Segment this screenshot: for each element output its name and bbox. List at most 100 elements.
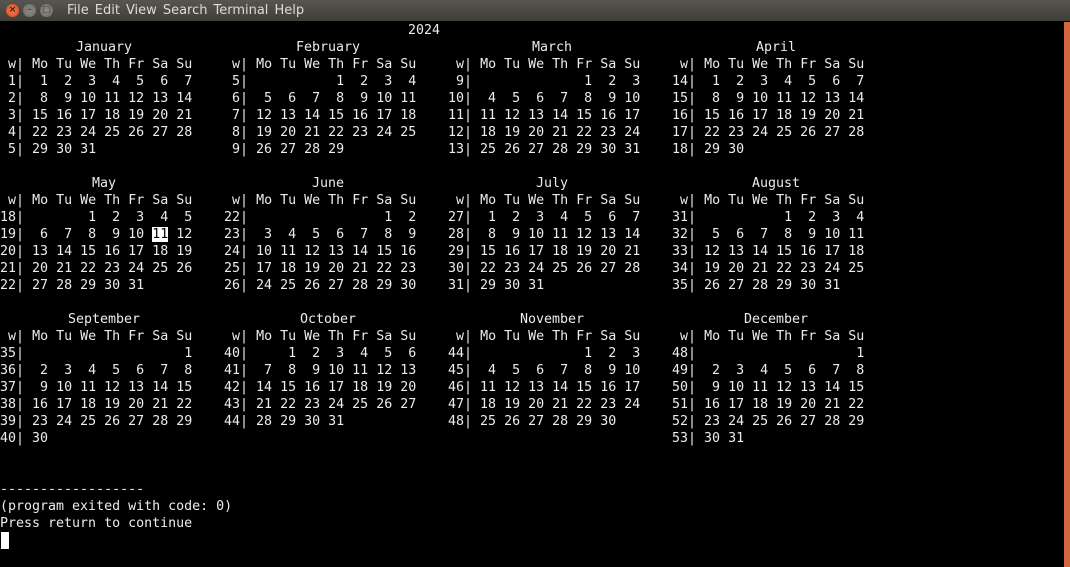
week-row: 35| 1 (0, 345, 192, 362)
weekday-label: Mo (704, 193, 721, 208)
day-cell: 20 (600, 244, 617, 259)
week-number: 19| (0, 227, 25, 242)
day-cell: 24 (328, 397, 345, 412)
day-cell: 15 (576, 108, 593, 123)
day-cell: 28 (304, 142, 321, 157)
day-cell: 2 (32, 363, 49, 378)
day-cell: 14 (56, 244, 73, 259)
empty-day (128, 346, 144, 361)
day-cell: 30 (600, 142, 617, 157)
day-cell: 25 (752, 414, 769, 429)
week-number: 15| (672, 91, 697, 106)
minimize-window-button[interactable]: – (23, 4, 36, 17)
day-cell: 30 (728, 142, 745, 157)
day-cell: 3 (752, 74, 769, 89)
day-cell: 18 (400, 108, 417, 123)
month-name: April (755, 40, 797, 55)
day-cell: 19 (176, 244, 193, 259)
week-label: w (456, 57, 465, 72)
day-cell: 27 (528, 414, 545, 429)
day-cell: 28 (176, 125, 193, 140)
week-number: 53| (672, 431, 697, 446)
menu-help[interactable]: Help (274, 3, 304, 18)
day-cell: 20 (328, 261, 345, 276)
week-number: 9| (224, 142, 249, 157)
week-number: 31| (672, 210, 697, 225)
close-window-button[interactable]: × (6, 4, 19, 17)
day-cell: 18 (80, 397, 97, 412)
week-row: 27| 1 2 3 4 5 6 7 (448, 209, 640, 226)
day-cell: 7 (152, 363, 169, 378)
menu-search[interactable]: Search (163, 3, 208, 18)
menu-file[interactable]: File (67, 3, 89, 18)
weekday-label: Th (552, 193, 569, 208)
day-cell: 7 (824, 363, 841, 378)
day-cell: 25 (152, 261, 169, 276)
maximize-window-button[interactable]: □ (40, 4, 53, 17)
day-cell: 15 (480, 244, 497, 259)
day-cell: 27 (152, 125, 169, 140)
week-number: 51| (672, 397, 697, 412)
week-row: 24| 10 11 12 13 14 15 16 (224, 243, 416, 260)
empty-day (704, 210, 720, 225)
week-number: 49| (672, 363, 697, 378)
empty-day (704, 346, 720, 361)
week-row: 19| 6 7 8 9 10 11 12 (0, 226, 192, 243)
weekday-label: Fr (576, 57, 593, 72)
week-row: 5| 29 30 31 (0, 141, 96, 158)
week-number: 2| (0, 91, 25, 106)
day-cell: 16 (56, 108, 73, 123)
week-row: 7| 12 13 14 15 16 17 18 (224, 107, 416, 124)
weekday-label: Sa (376, 57, 393, 72)
week-row: 18| 29 30 (672, 141, 744, 158)
week-number: 48| (448, 414, 473, 429)
week-number: 6| (224, 91, 249, 106)
day-cell: 20 (800, 397, 817, 412)
day-cell: 19 (376, 380, 393, 395)
empty-day (32, 210, 48, 225)
week-number: 48| (672, 346, 697, 361)
day-cell: 21 (552, 397, 569, 412)
weekday-label: We (528, 193, 545, 208)
day-cell: 27 (400, 397, 417, 412)
menu-view[interactable]: View (126, 3, 157, 18)
day-cell: 6 (280, 91, 297, 106)
week-number: 18| (0, 210, 25, 225)
day-cell: 2 (104, 210, 121, 225)
day-cell: 17 (128, 244, 145, 259)
day-cell: 31 (80, 142, 97, 157)
day-cell: 12 (256, 108, 273, 123)
weekday-label: Th (776, 329, 793, 344)
day-cell: 25 (400, 125, 417, 140)
menu-edit[interactable]: Edit (95, 3, 120, 18)
day-cell: 14 (552, 380, 569, 395)
day-cell: 18 (848, 244, 865, 259)
terminal-output[interactable]: 2024 ------------------ (program exited … (0, 22, 1064, 567)
weekday-label: Sa (152, 193, 169, 208)
scrollbar[interactable] (1064, 22, 1070, 567)
week-number: 44| (224, 414, 249, 429)
week-row: 11| 11 12 13 14 15 16 17 (448, 107, 640, 124)
calendar-year: 2024 (408, 23, 441, 38)
day-cell: 29 (80, 278, 97, 293)
day-cell: 12 (704, 244, 721, 259)
menu-terminal[interactable]: Terminal (213, 3, 268, 18)
day-cell: 26 (304, 278, 321, 293)
day-cell: 14 (256, 380, 273, 395)
day-cell: 8 (328, 91, 345, 106)
day-cell: 24 (752, 125, 769, 140)
day-cell: 9 (32, 380, 49, 395)
day-cell: 10 (376, 91, 393, 106)
day-cell: 11 (552, 227, 569, 242)
day-cell: 21 (824, 397, 841, 412)
weekday-label: Sa (600, 193, 617, 208)
day-cell: 22 (848, 397, 865, 412)
weekday-label: Mo (704, 329, 721, 344)
empty-day (480, 346, 496, 361)
week-label: w (232, 329, 241, 344)
day-cell: 8 (576, 91, 593, 106)
weekday-header: w| Mo Tu We Th Fr Sa Su (680, 193, 865, 208)
day-cell: 17 (824, 244, 841, 259)
day-cell: 2 (728, 74, 745, 89)
week-row: 26| 24 25 26 27 28 29 30 (224, 277, 416, 294)
